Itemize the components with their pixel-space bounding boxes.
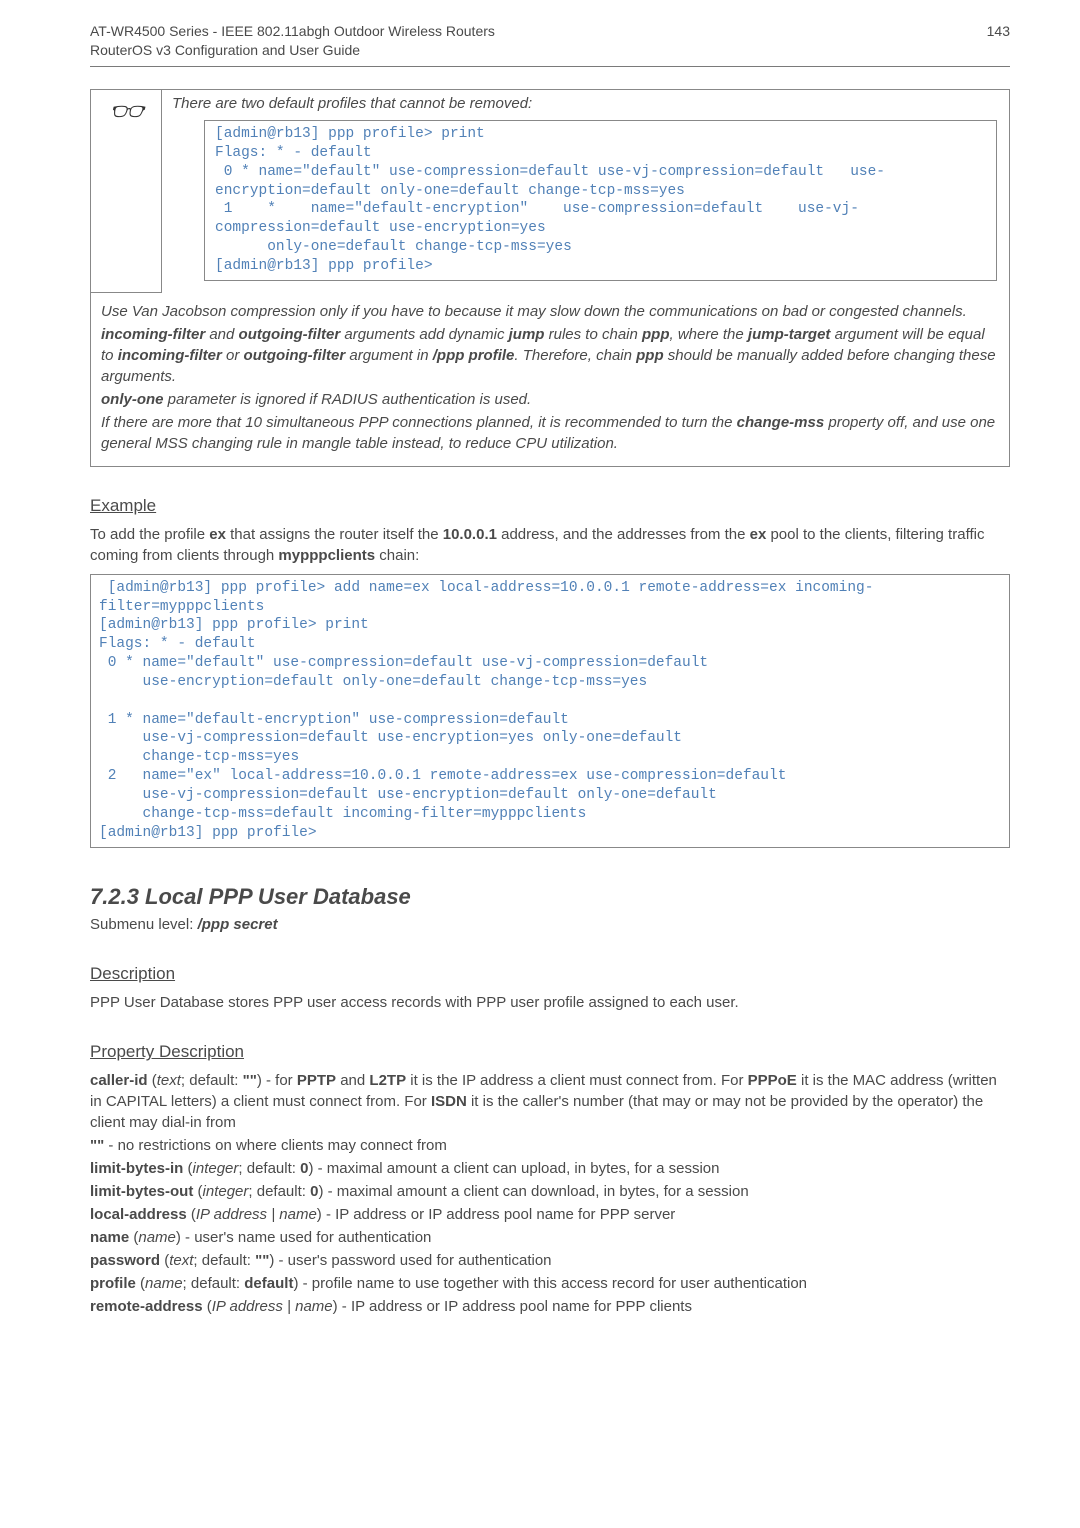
example-code-block: [admin@rb13] ppp profile> add name=ex lo… — [90, 574, 1010, 848]
example-intro: To add the profile ex that assigns the r… — [90, 524, 1010, 566]
note-para3: only-one parameter is ignored if RADIUS … — [101, 389, 999, 410]
note-paragraphs: Use Van Jacobson compression only if you… — [91, 293, 1009, 466]
header-title: AT-WR4500 Series - IEEE 802.11abgh Outdo… — [90, 22, 495, 60]
note-para1: Use Van Jacobson compression only if you… — [101, 301, 999, 322]
page-header: AT-WR4500 Series - IEEE 802.11abgh Outdo… — [90, 22, 1010, 60]
property-description-heading: Property Description — [90, 1041, 1010, 1064]
prop-name: name (name) - user's name used for authe… — [90, 1227, 1010, 1248]
description-text: PPP User Database stores PPP user access… — [90, 992, 1010, 1013]
prop-limit-bytes-in: limit-bytes-in (integer; default: 0) - m… — [90, 1158, 1010, 1179]
prop-local-address: local-address (IP address | name) - IP a… — [90, 1204, 1010, 1225]
note-para4: If there are more that 10 simultaneous P… — [101, 412, 999, 454]
prop-password: password (text; default: "") - user's pa… — [90, 1250, 1010, 1271]
prop-caller-id: caller-id (text; default: "") - for PPTP… — [90, 1070, 1010, 1133]
subsection-title: 7.2.3 Local PPP User Database — [90, 882, 1010, 912]
header-line2: RouterOS v3 Configuration and User Guide — [90, 42, 360, 58]
header-line1: AT-WR4500 Series - IEEE 802.11abgh Outdo… — [90, 23, 495, 39]
prop-limit-bytes-out: limit-bytes-out (integer; default: 0) - … — [90, 1181, 1010, 1202]
submenu-line: Submenu level: /ppp secret — [90, 915, 1010, 935]
header-rule — [90, 66, 1010, 67]
note-para2: incoming-filter and outgoing-filter argu… — [101, 324, 999, 387]
note-intro: There are two default profiles that cann… — [172, 94, 999, 114]
glasses-icon: 👓︎ — [91, 90, 162, 293]
property-list: caller-id (text; default: "") - for PPTP… — [90, 1070, 1010, 1317]
prop-profile: profile (name; default: default) - profi… — [90, 1273, 1010, 1294]
prop-remote-address: remote-address (IP address | name) - IP … — [90, 1296, 1010, 1317]
note-box: 👓︎ There are two default profiles that c… — [90, 89, 1010, 467]
note-code-block: [admin@rb13] ppp profile> print Flags: *… — [204, 120, 997, 281]
description-heading: Description — [90, 963, 1010, 986]
page-number: 143 — [987, 22, 1010, 41]
example-heading: Example — [90, 495, 1010, 518]
prop-caller-id-empty: "" - no restrictions on where clients ma… — [90, 1135, 1010, 1156]
